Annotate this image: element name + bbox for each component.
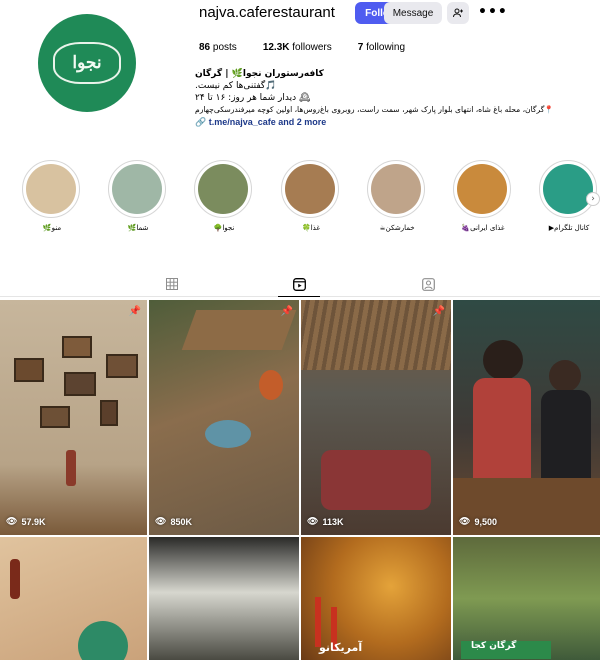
wall-frame	[62, 336, 92, 358]
highlight-label: شما🌿	[127, 224, 149, 232]
bowl	[205, 420, 251, 448]
person-head	[483, 340, 523, 380]
highlight-image	[457, 164, 507, 214]
highlight-najva[interactable]: نجوا🌳	[194, 160, 254, 232]
pin-icon: 📌	[280, 306, 293, 317]
reels-icon	[292, 277, 306, 291]
reel-caption: آمریکانو	[319, 641, 363, 654]
pin-icon: 📌	[128, 306, 141, 317]
wall-frame	[100, 400, 118, 426]
link-icon: 🔗	[195, 117, 209, 127]
highlight-label: خمارشکن☕	[379, 224, 415, 232]
highlight-image	[285, 164, 335, 214]
tab-tagged[interactable]	[419, 276, 437, 292]
highlight-image	[371, 164, 421, 214]
wall-frame	[14, 358, 44, 382]
person-head	[549, 360, 581, 392]
message-button[interactable]: Message	[384, 2, 442, 24]
candle	[315, 597, 321, 647]
add-user-icon	[453, 8, 463, 18]
reel-views: 👁 850K	[155, 516, 192, 527]
grid-icon	[166, 278, 178, 290]
highlight-label: نجوا🌳	[213, 224, 235, 232]
bio-name: کافه‌رستوران نجوا🌿 | گرگان	[195, 69, 324, 79]
followers-stat[interactable]: 12.3K followers	[263, 42, 332, 53]
reel-tile[interactable]: 📌 👁 850K	[149, 300, 299, 535]
eye-icon: 👁	[307, 516, 319, 526]
highlight-label: منو🌿	[42, 224, 62, 232]
highlight-image	[543, 164, 593, 214]
bio-line-1: 🎵گفتنی‌ها کم نیست.	[195, 81, 277, 91]
reel-views: 👁 113K	[307, 516, 344, 527]
table	[181, 310, 297, 350]
bio-line-3: 📍گرگان، محله باغ شاه، انتهای بلوار پارک …	[195, 105, 554, 114]
tagged-icon	[421, 277, 435, 291]
story-highlights: منو🌿 شما🌿 نجوا🌳 غذا🍀 خمارشکن☕ غذای ایران…	[0, 160, 600, 240]
reel-caption: گرگان کجا	[471, 641, 517, 651]
rug	[321, 450, 431, 510]
wall-frame	[106, 354, 138, 378]
add-user-button[interactable]	[447, 2, 469, 24]
logo-circle	[78, 621, 128, 660]
reel-views: 👁 9,500	[459, 516, 497, 527]
candle	[10, 559, 20, 599]
reel-tile[interactable]: 📌 👁 113K	[301, 300, 451, 535]
bio-link-text[interactable]: t.me/najva_cafe and 2 more	[209, 117, 327, 127]
flowers	[259, 370, 283, 400]
avatar-logo-text: نجوا	[72, 53, 102, 73]
vase	[66, 450, 76, 486]
reel-tile[interactable]	[149, 537, 299, 660]
reel-views: 👁 57.9K	[6, 516, 46, 527]
bio-link[interactable]: 🔗 t.me/najva_cafe and 2 more	[195, 116, 595, 128]
highlights-next-button[interactable]: ›	[586, 192, 600, 206]
bio-line-2: 🕰 دیدار شما هر روز: ۱۶ تا ۲۴	[195, 93, 311, 103]
highlight-label: غذای ایرانی🍇	[461, 224, 505, 232]
profile-stats: 86 posts 12.3K followers 7 following	[199, 42, 431, 53]
eye-icon: 👁	[155, 516, 167, 526]
following-stat[interactable]: 7 following	[358, 42, 405, 53]
eye-icon: 👁	[6, 516, 18, 526]
eye-icon: 👁	[459, 516, 471, 526]
highlight-menu[interactable]: منو🌿	[22, 160, 82, 232]
profile-bio: کافه‌رستوران نجوا🌿 | گرگان 🎵گفتنی‌ها کم …	[195, 68, 595, 128]
tab-posts[interactable]	[163, 276, 181, 292]
pin-icon: 📌	[432, 306, 445, 317]
person-body	[473, 378, 531, 488]
highlight-food[interactable]: غذا🍀	[281, 160, 341, 232]
wall-frame	[64, 372, 96, 396]
person-body	[541, 390, 591, 480]
highlight-image	[26, 164, 76, 214]
highlight-image	[112, 164, 162, 214]
reel-caption	[169, 545, 281, 561]
posts-stat[interactable]: 86 posts	[199, 42, 237, 53]
reel-tile[interactable]: 👁 9,500	[453, 300, 600, 535]
reel-tile[interactable]: 📌 👁 57.9K	[0, 300, 147, 535]
profile-avatar[interactable]: نجوا	[38, 14, 136, 112]
tab-reels[interactable]	[290, 276, 308, 292]
reel-tile[interactable]: آمریکانو	[301, 537, 451, 660]
avatar-logo: نجوا	[53, 42, 121, 84]
highlight-shoma[interactable]: شما🌿	[108, 160, 168, 232]
wall-frame	[40, 406, 70, 428]
reel-tile[interactable]: گرگان کجا	[453, 537, 600, 660]
highlight-image	[198, 164, 248, 214]
highlight-iranian-food[interactable]: غذای ایرانی🍇	[453, 160, 513, 232]
reel-tile[interactable]	[0, 537, 147, 660]
highlight-label: کانال تلگرام▶	[548, 224, 590, 232]
chevron-right-icon: ›	[591, 194, 595, 204]
highlight-khomarshekan[interactable]: خمارشکن☕	[367, 160, 427, 232]
highlight-label: غذا🍀	[302, 224, 320, 232]
active-tab-indicator	[278, 296, 320, 297]
more-options-icon[interactable]: •••	[478, 4, 508, 20]
ceiling	[301, 300, 451, 370]
profile-username: najva.caferestaurant	[199, 4, 335, 21]
